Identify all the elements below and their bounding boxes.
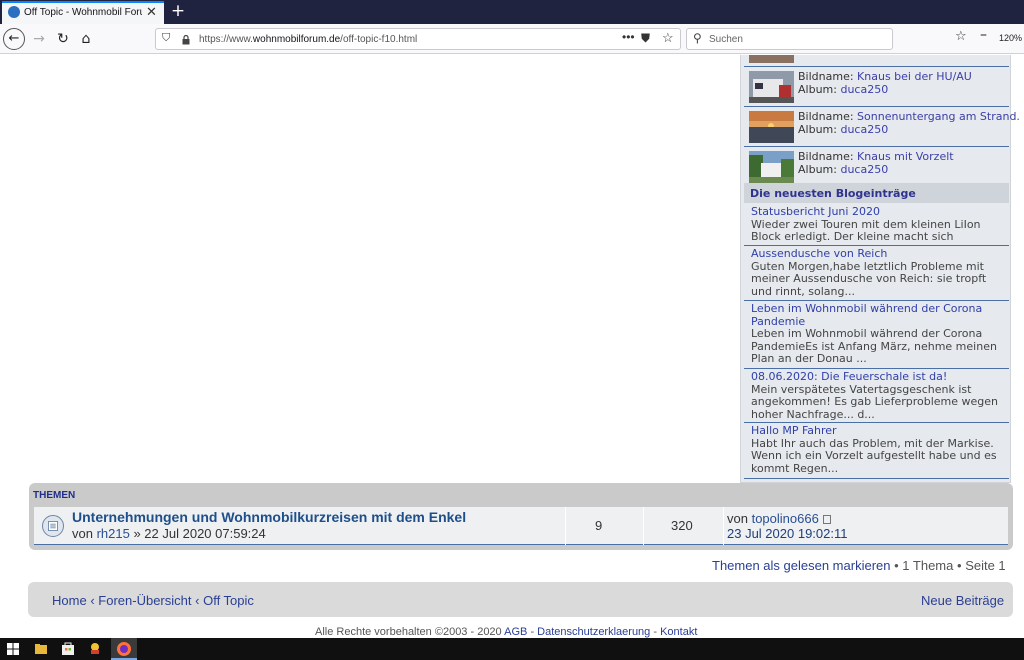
blog-entry: 08.06.2020: Die Feuerschale ist da! Mein… [744,369,1009,423]
blog-entry-excerpt: Habt Ihr auch das Problem, mit der Marki… [751,436,997,475]
bookmark-star-icon[interactable]: ☆ [662,30,674,46]
breadcrumb-forum-index[interactable]: Foren-Übersicht [98,593,191,608]
go-to-last-post-icon[interactable] [822,515,831,524]
gallery-image-name[interactable]: Knaus bei der HU/AU [857,70,972,83]
topic-author[interactable]: rh215 [97,526,130,541]
column-divider [643,507,644,545]
gallery-item: Bildname: Sonnenuntergang am Strand. Alb… [744,107,1020,147]
lock-icon[interactable] [182,35,190,45]
gallery-item-partial [744,55,1009,67]
forward-icon[interactable]: → [28,28,50,50]
site-favicon-icon [8,6,20,18]
blog-entry-title[interactable]: Hallo MP Fahrer [751,424,1006,438]
file-explorer-icon[interactable] [32,640,50,658]
home-icon[interactable]: ⌂ [75,28,97,50]
topic-icon [42,515,64,537]
mark-topics-read-link[interactable]: Themen als gelesen markieren [712,558,890,573]
last-post-author[interactable]: topolino666 [752,511,819,526]
gallery-image-name[interactable]: Sonnenuntergang am Strand. [857,110,1020,123]
sidebar: Bildname: Knaus bei der HU/AU Album: duc… [740,55,1020,483]
store-icon[interactable] [59,640,77,658]
gallery-album-name[interactable]: duca250 [840,123,888,136]
search-icon: ⚲ [693,31,702,45]
url-text[interactable]: https://www.wohnmobilforum.de/off-topic-… [199,34,417,45]
search-placeholder: Suchen [709,34,743,45]
new-posts-link[interactable]: Neue Beiträge [921,593,1004,608]
search-bar[interactable]: ⚲ Suchen [686,28,893,50]
tracking-shield-icon[interactable]: ⛉ [162,32,170,45]
taskbar [0,638,1024,660]
blog-entry: Aussendusche von Reich Guten Morgen,habe… [744,246,1009,301]
firefox-icon [117,642,131,656]
blog-entry-excerpt: Leben im Wohnmobil während der Corona Pa… [751,327,997,365]
agb-link[interactable]: AGB [504,626,527,638]
gallery-thumbnail[interactable] [749,111,794,143]
new-tab-button[interactable]: + [168,0,188,24]
topic-title[interactable]: Unternehmungen und Wohnmobilkurzreisen m… [72,509,466,525]
blog-entry-excerpt: Guten Morgen,habe letztlich Probleme mit… [751,259,987,298]
tab-close-icon[interactable]: ✕ [146,4,157,20]
topic-list: THEMEN Unternehmungen und Wohnmobilkurzr… [29,483,1013,550]
blog-entry-title[interactable]: Aussendusche von Reich [751,247,1006,261]
breadcrumb: Home ‹ Foren-Übersicht ‹ Off Topic Neue … [28,582,1013,617]
page-content: Bildname: Knaus bei der HU/AU Album: duc… [0,55,1024,638]
topic-byline: von rh215 » 22 Jul 2020 07:59:24 [72,526,266,541]
breadcrumb-current[interactable]: Off Topic [203,593,254,608]
contact-link[interactable]: Kontakt [660,626,697,638]
address-bar[interactable]: ⛉ https://www.wohnmobilforum.de/off-topi… [155,28,681,50]
blog-entry: Leben im Wohnmobil während der Corona Pa… [744,301,1009,369]
pagination-bar: Themen als gelesen markieren • 1 Thema •… [712,558,1006,573]
topic-count: 1 Thema [902,558,954,573]
blog-entry-title[interactable]: Leben im Wohnmobil während der Corona Pa… [751,302,1006,328]
windows-start-icon[interactable] [4,640,22,658]
footer: Alle Rechte vorbehalten ©2003 - 2020 AGB… [315,626,698,638]
page-number: Seite 1 [965,558,1006,573]
zoom-level[interactable]: 120% [999,33,1022,43]
gallery-thumbnail[interactable] [749,55,794,63]
gallery-item: Bildname: Knaus mit Vorzelt Album: duca2… [744,147,1009,187]
library-icon[interactable]: ☆ [955,29,967,44]
gallery-item: Bildname: Knaus bei der HU/AU Album: duc… [744,67,1009,107]
blog-entry-title[interactable]: Statusbericht Juni 2020 [751,205,1006,219]
tab-title: Off Topic - Wohnmobil Forum [24,7,142,18]
column-divider [723,507,724,545]
firefox-taskbar-button[interactable] [111,638,137,660]
topic-views: 320 [671,518,693,533]
blog-entry-excerpt: Wieder zwei Touren mit dem kleinen LiIon… [751,217,981,245]
gallery-thumbnail[interactable] [749,151,794,183]
navigation-toolbar: ← → ↻ ⌂ ⛉ https://www.wohnmobilforum.de/… [0,24,1024,54]
column-divider [565,507,566,545]
gallery-thumbnail[interactable] [749,71,794,103]
last-post-byline: von topolino666 [727,511,831,526]
blog-section-heading: Die neuesten Blogeinträge [744,183,1009,203]
back-icon[interactable]: ← [3,28,25,50]
topic-list-heading: THEMEN [33,490,76,501]
page-actions-icon[interactable]: ••• [622,30,635,44]
gallery-album-name[interactable]: duca250 [840,163,888,176]
copyright-text: Alle Rechte vorbehalten ©2003 - 2020 [315,626,502,638]
blog-entry: Statusbericht Juni 2020 Wieder zwei Tour… [744,204,1009,246]
tab-strip: Off Topic - Wohnmobil Forum ✕ + [0,0,1024,24]
blog-entry: Hallo MP Fahrer Habt Ihr auch das Proble… [744,423,1009,479]
privacy-link[interactable]: Datenschutzerklaerung [537,626,650,638]
gallery-album-name[interactable]: duca250 [840,83,888,96]
reload-icon[interactable]: ↻ [52,28,74,50]
blog-entry-title[interactable]: 08.06.2020: Die Feuerschale ist da! [751,370,1006,384]
topic-row[interactable]: Unternehmungen und Wohnmobilkurzreisen m… [34,507,1008,545]
zoom-out-icon[interactable]: – [980,27,987,43]
breadcrumb-home[interactable]: Home [52,593,87,608]
last-post-date: 23 Jul 2020 19:02:11 [727,526,848,541]
gallery-image-name[interactable]: Knaus mit Vorzelt [857,150,954,163]
topic-replies: 9 [595,518,603,533]
app-icon[interactable] [86,640,104,658]
blog-entry-excerpt: Mein verspätetes Vatertagsgeschenk ist a… [751,382,999,421]
browser-tab[interactable]: Off Topic - Wohnmobil Forum ✕ [2,1,164,24]
pocket-icon[interactable]: ⛊ [641,31,650,46]
